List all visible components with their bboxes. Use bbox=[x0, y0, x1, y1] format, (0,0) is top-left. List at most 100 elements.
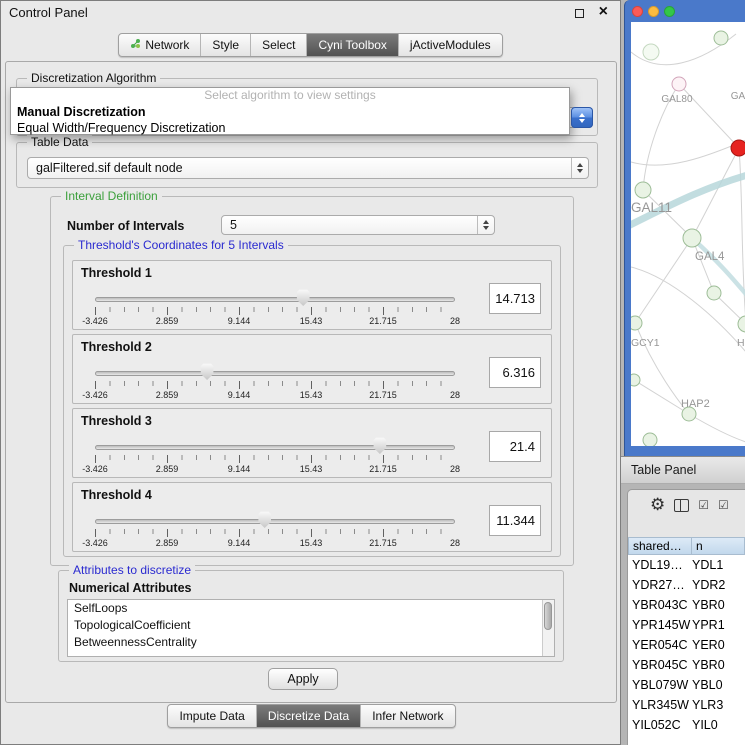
list-scrollbar[interactable] bbox=[542, 600, 554, 656]
table-cell[interactable]: YBR045C bbox=[628, 655, 692, 675]
table-cell[interactable]: YDL19… bbox=[628, 555, 692, 575]
table-cell[interactable]: YIL0 bbox=[692, 715, 745, 735]
threshold-1-value-field[interactable]: 14.713 bbox=[489, 283, 541, 314]
scrollbar-thumb[interactable] bbox=[544, 602, 552, 630]
network-node[interactable] bbox=[631, 316, 642, 330]
select-all-check-icon[interactable]: ☑ bbox=[698, 498, 709, 512]
close-icon[interactable]: × bbox=[599, 3, 608, 21]
network-node[interactable] bbox=[672, 77, 686, 91]
tab-network[interactable]: Network bbox=[119, 34, 201, 56]
threshold-3-value-field[interactable]: 21.4 bbox=[489, 431, 541, 462]
tab-style[interactable]: Style bbox=[201, 34, 251, 56]
dropdown-option-manual-discretization[interactable]: Manual Discretization bbox=[11, 104, 569, 120]
table-cell[interactable]: YBL079W bbox=[628, 675, 692, 695]
table-body: YDL19… YDL1 YDR27… YDR2 YBR043C YBR0 YPR… bbox=[628, 555, 745, 745]
combobox-stepper-icon[interactable] bbox=[571, 107, 593, 128]
tab-select-label: Select bbox=[262, 38, 295, 52]
network-node[interactable] bbox=[631, 374, 640, 386]
tab-select[interactable]: Select bbox=[251, 34, 307, 56]
table-cell[interactable]: YDR27… bbox=[628, 575, 692, 595]
columns-icon[interactable] bbox=[674, 499, 689, 512]
apply-button[interactable]: Apply bbox=[268, 668, 338, 690]
numerical-attributes-list[interactable]: SelfLoops TopologicalCoefficient Between… bbox=[67, 599, 555, 657]
slider-ticks bbox=[95, 307, 455, 315]
table-cell[interactable]: YER054C bbox=[628, 635, 692, 655]
minimize-window-icon[interactable] bbox=[648, 6, 659, 17]
list-item[interactable]: TopologicalCoefficient bbox=[68, 617, 554, 634]
table-cell[interactable]: YBR0 bbox=[692, 655, 745, 675]
number-of-intervals-combobox[interactable]: 5 bbox=[221, 215, 495, 235]
network-view-window[interactable]: GAL80 GA GAL11 GAL4 GCY1 H HAP2 bbox=[624, 0, 745, 456]
tab-impute-data[interactable]: Impute Data bbox=[168, 705, 256, 727]
table-cell[interactable]: YIL052C bbox=[628, 715, 692, 735]
threshold-2-slider[interactable]: -3.426 2.859 9.144 15.43 21.715 28 bbox=[95, 361, 455, 401]
tab-discretize-data[interactable]: Discretize Data bbox=[257, 705, 361, 727]
slider-track[interactable] bbox=[95, 519, 455, 524]
table-row[interactable]: YER054C YER0 bbox=[628, 635, 745, 655]
table-row[interactable]: YDL19… YDL1 bbox=[628, 555, 745, 575]
gear-icon[interactable]: ⚙ bbox=[650, 497, 665, 514]
table-row[interactable]: YBR045C YBR0 bbox=[628, 655, 745, 675]
combobox-stepper-icon[interactable] bbox=[477, 216, 494, 234]
network-node[interactable] bbox=[643, 433, 657, 446]
slider-track[interactable] bbox=[95, 371, 455, 376]
table-row[interactable]: YBR043C YBR0 bbox=[628, 595, 745, 615]
threshold-1-slider[interactable]: -3.426 2.859 9.144 15.43 21.715 28 bbox=[95, 287, 455, 327]
network-node[interactable] bbox=[707, 286, 721, 300]
list-item[interactable]: SelfLoops bbox=[68, 600, 554, 617]
threshold-1-label: Threshold 1 bbox=[81, 266, 152, 280]
network-node[interactable] bbox=[714, 31, 728, 45]
table-cell[interactable]: YBR0 bbox=[692, 595, 745, 615]
slider-thumb[interactable] bbox=[372, 437, 387, 454]
tab-jactivemodules-label: jActiveModules bbox=[410, 38, 491, 52]
threshold-4-slider[interactable]: -3.426 2.859 9.144 15.43 21.715 28 bbox=[95, 509, 455, 549]
threshold-3-slider[interactable]: -3.426 2.859 9.144 15.43 21.715 28 bbox=[95, 435, 455, 475]
table-cell[interactable]: YLR3 bbox=[692, 695, 745, 715]
tab-infer-network[interactable]: Infer Network bbox=[361, 705, 454, 727]
tab-jactivemodules[interactable]: jActiveModules bbox=[399, 34, 502, 56]
table-cell[interactable]: YBL0 bbox=[692, 675, 745, 695]
network-node[interactable] bbox=[683, 229, 701, 247]
network-node[interactable] bbox=[635, 182, 651, 198]
slider-track[interactable] bbox=[95, 297, 455, 302]
table-row[interactable]: YLR345W YLR3 bbox=[628, 695, 745, 715]
table-cell[interactable]: YLR345W bbox=[628, 695, 692, 715]
tab-network-label: Network bbox=[145, 38, 189, 52]
dropdown-placeholder-option[interactable]: Select algorithm to view settings bbox=[11, 88, 569, 104]
table-row[interactable]: YDR27… YDR2 bbox=[628, 575, 745, 595]
dropdown-option-equal-width-frequency[interactable]: Equal Width/Frequency Discretization bbox=[11, 120, 569, 136]
interval-definition-group-title: Interval Definition bbox=[61, 189, 162, 203]
table-cell[interactable]: YER0 bbox=[692, 635, 745, 655]
table-cell[interactable]: YPR145W bbox=[628, 615, 692, 635]
slider-thumb[interactable] bbox=[257, 511, 272, 528]
combobox-stepper-icon[interactable] bbox=[571, 158, 588, 178]
threshold-4-value-field[interactable]: 11.344 bbox=[489, 505, 541, 536]
threshold-3-label: Threshold 3 bbox=[81, 414, 152, 428]
network-node[interactable] bbox=[643, 44, 659, 60]
threshold-2-value-field[interactable]: 6.316 bbox=[489, 357, 541, 388]
column-header-shared-name[interactable]: shared… bbox=[628, 537, 692, 555]
network-node-selected[interactable] bbox=[731, 140, 745, 156]
close-window-icon[interactable] bbox=[632, 6, 643, 17]
table-cell[interactable]: YBR043C bbox=[628, 595, 692, 615]
slider-track[interactable] bbox=[95, 445, 455, 450]
list-item[interactable]: BetweennessCentrality bbox=[68, 634, 554, 651]
table-cell[interactable]: YPR1 bbox=[692, 615, 745, 635]
slider-thumb[interactable] bbox=[200, 363, 215, 380]
table-cell[interactable]: YDR2 bbox=[692, 575, 745, 595]
tab-cyni-toolbox[interactable]: Cyni Toolbox bbox=[307, 34, 398, 56]
network-node[interactable] bbox=[738, 316, 745, 332]
network-canvas[interactable]: GAL80 GA GAL11 GAL4 GCY1 H HAP2 bbox=[631, 22, 745, 446]
slider-thumb[interactable] bbox=[296, 289, 311, 306]
select-check-icon[interactable]: ☑ bbox=[718, 498, 729, 512]
table-cell[interactable]: YDL1 bbox=[692, 555, 745, 575]
column-header-name[interactable]: n bbox=[692, 537, 745, 555]
table-data-combobox[interactable]: galFiltered.sif default node bbox=[27, 157, 589, 179]
zoom-window-icon[interactable] bbox=[664, 6, 675, 17]
table-data-group-title: Table Data bbox=[27, 135, 92, 149]
table-row[interactable]: YPR145W YPR1 bbox=[628, 615, 745, 635]
control-panel-titlebar[interactable]: Control Panel × bbox=[1, 1, 620, 25]
table-row[interactable]: YBL079W YBL0 bbox=[628, 675, 745, 695]
float-window-icon[interactable] bbox=[575, 9, 584, 18]
table-row[interactable]: YIL052C YIL0 bbox=[628, 715, 745, 735]
